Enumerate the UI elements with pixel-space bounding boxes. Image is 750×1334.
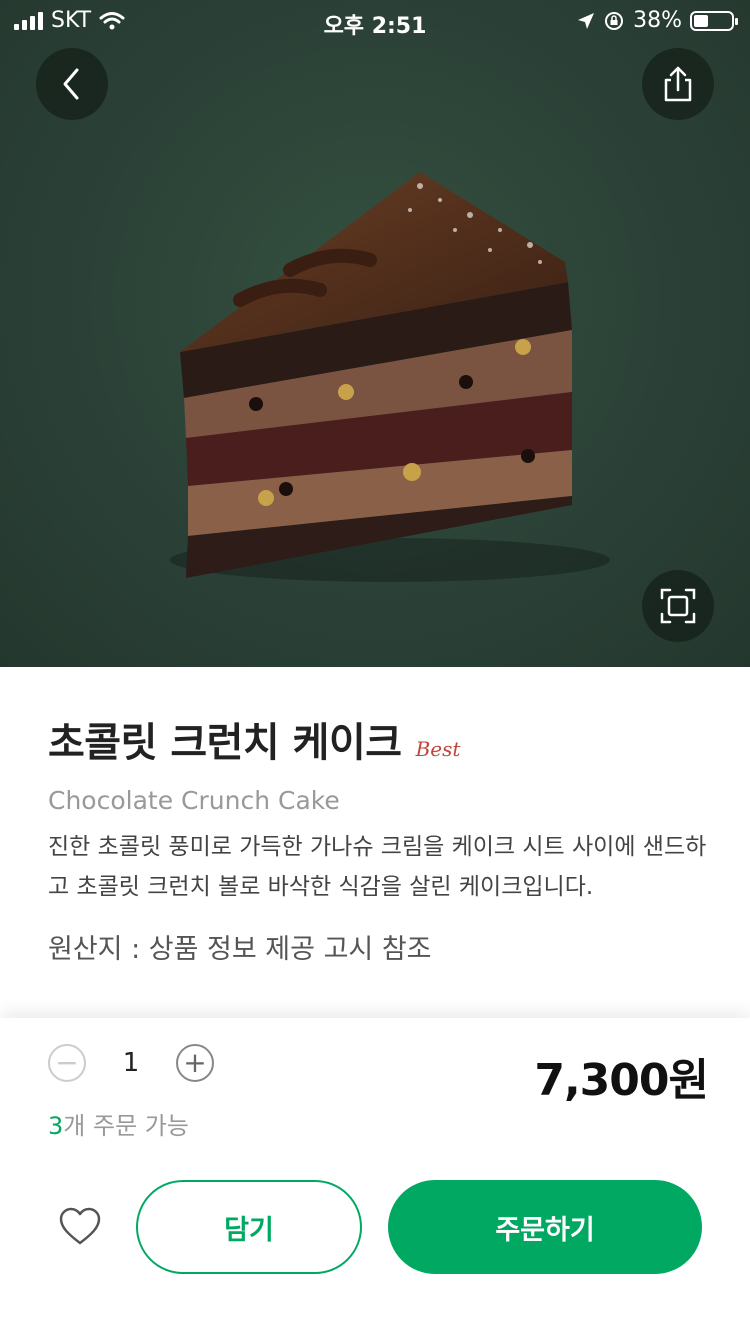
product-description: 진한 초콜릿 풍미로 가득한 가나슈 크림을 케이크 시트 사이에 샌드하고 초… — [48, 834, 707, 900]
chevron-left-icon — [63, 68, 79, 100]
product-info: 초콜릿 크런치 케이크 Best Chocolate Crunch Cake 진… — [48, 710, 708, 966]
increase-quantity-button[interactable]: + — [176, 1044, 214, 1082]
order-panel: − 1 + 7,300원 3개 주문 가능 담기 주문하기 — [0, 1018, 750, 1334]
quantity-value: 1 — [122, 1048, 140, 1078]
best-badge: Best — [415, 737, 461, 761]
product-origin: 원산지 : 상품 정보 제공 고시 참조 — [48, 934, 432, 965]
status-bar: SKT 오후 2:51 38% — [0, 0, 750, 44]
back-button[interactable] — [36, 48, 108, 120]
battery-icon — [690, 10, 738, 31]
quantity-stepper: − 1 + — [48, 1044, 214, 1082]
product-image-area — [0, 0, 750, 667]
cake-image — [170, 172, 610, 582]
add-to-cart-button[interactable]: 담기 — [136, 1180, 362, 1274]
available-count: 3 — [48, 1112, 64, 1140]
battery-percent: 38% — [633, 8, 682, 33]
product-title: 초콜릿 크런치 케이크 — [48, 720, 402, 766]
heart-outline-icon[interactable] — [58, 1206, 102, 1246]
product-english-name: Chocolate Crunch Cake — [48, 786, 340, 815]
battery-level — [694, 14, 708, 27]
product-price: 7,300원 — [534, 1055, 709, 1106]
available-quantity: 3개 주문 가능 — [48, 1106, 189, 1141]
rotation-lock-icon — [605, 11, 624, 30]
available-text: 개 주문 가능 — [63, 1112, 189, 1140]
location-arrow-icon — [578, 12, 595, 29]
share-button[interactable] — [642, 48, 714, 120]
fullscreen-button[interactable] — [642, 570, 714, 642]
decrease-quantity-button[interactable]: − — [48, 1044, 86, 1082]
share-icon — [664, 66, 692, 102]
fullscreen-icon — [660, 588, 696, 624]
order-button[interactable]: 주문하기 — [388, 1180, 702, 1274]
